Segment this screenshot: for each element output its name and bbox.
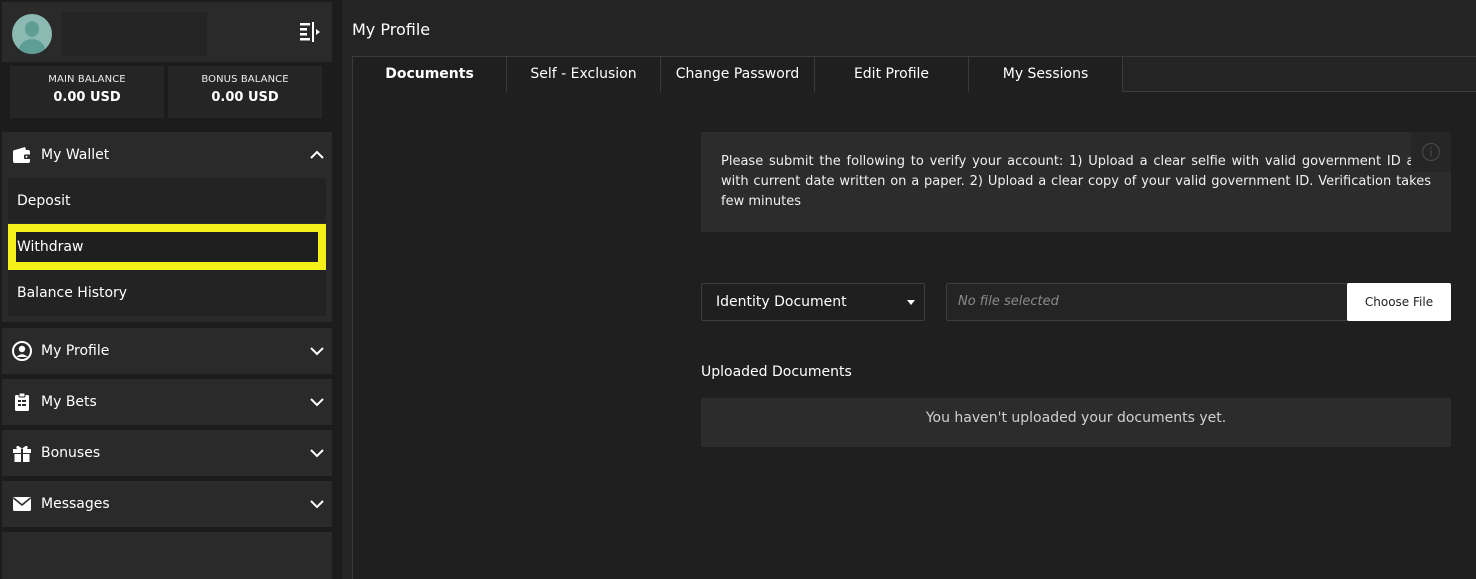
file-input[interactable]: No file selected Choose File	[946, 283, 1451, 321]
main-balance-value: 0.00 USD	[53, 90, 121, 105]
menu-my-profile-row[interactable]: My Profile	[2, 328, 332, 374]
chevron-up-icon[interactable]	[302, 145, 332, 165]
sidebar-empty-panel	[2, 532, 332, 579]
menu-messages-label: Messages	[41, 496, 110, 512]
verification-notice-text: Please submit the following to verify yo…	[721, 154, 1431, 209]
submenu-deposit[interactable]: Deposit	[8, 178, 326, 224]
tab-self-exclusion[interactable]: Self - Exclusion	[507, 57, 661, 92]
profile-panel: Documents Self - Exclusion Change Passwo…	[352, 56, 1476, 579]
menu-bonuses-label: Bonuses	[41, 445, 101, 461]
bonus-balance-label: BONUS BALANCE	[201, 74, 289, 85]
chevron-down-icon[interactable]	[302, 341, 332, 361]
menu-my-profile[interactable]: My Profile	[2, 328, 332, 374]
menu-my-bets-row[interactable]: My Bets	[2, 379, 332, 425]
main-content: My Profile Documents Self - Exclusion Ch…	[342, 0, 1476, 579]
main-balance-label: MAIN BALANCE	[48, 74, 126, 85]
tab-edit-profile[interactable]: Edit Profile	[815, 57, 969, 92]
collapse-sidebar-icon[interactable]	[298, 20, 322, 44]
clipboard-icon	[11, 391, 33, 413]
tab-my-sessions[interactable]: My Sessions	[969, 57, 1123, 92]
username-box	[62, 12, 207, 56]
tab-documents[interactable]: Documents	[353, 57, 507, 92]
chevron-down-icon[interactable]	[302, 392, 332, 412]
tab-change-password[interactable]: Change Password	[661, 57, 815, 92]
bonus-balance-value: 0.00 USD	[211, 90, 279, 105]
envelope-icon	[11, 493, 33, 515]
menu-my-wallet-label: My Wallet	[41, 147, 110, 163]
wallet-group: My Wallet Deposit Withdraw Balance Histo…	[2, 132, 332, 322]
uploaded-documents-title: Uploaded Documents	[701, 364, 852, 380]
avatar[interactable]	[12, 14, 52, 54]
choose-file-button[interactable]: Choose File	[1347, 283, 1451, 321]
caret-down-icon	[907, 300, 915, 305]
menu-messages[interactable]: Messages	[2, 481, 332, 527]
sidebar: MAIN BALANCE 0.00 USD BONUS BALANCE 0.00…	[0, 0, 336, 579]
menu-my-bets-label: My Bets	[41, 394, 97, 410]
submenu-balance-history[interactable]: Balance History	[8, 270, 326, 316]
user-circle-icon	[11, 340, 33, 362]
verification-notice: Please submit the following to verify yo…	[701, 132, 1451, 232]
document-type-select[interactable]: Identity Document	[701, 283, 925, 321]
submenu-withdraw[interactable]: Withdraw	[8, 224, 326, 270]
bonus-balance: BONUS BALANCE 0.00 USD	[168, 66, 322, 118]
gift-icon	[11, 442, 33, 464]
chevron-down-icon[interactable]	[302, 494, 332, 514]
menu-bonuses[interactable]: Bonuses	[2, 430, 332, 476]
page-title: My Profile	[352, 20, 431, 39]
wallet-icon	[11, 144, 33, 166]
menu-my-bets[interactable]: My Bets	[2, 379, 332, 425]
profile-tabs: Documents Self - Exclusion Change Passwo…	[353, 57, 1476, 92]
document-type-value: Identity Document	[716, 294, 847, 310]
menu-messages-row[interactable]: Messages	[2, 481, 332, 527]
profile-header	[2, 2, 332, 62]
file-input-placeholder: No file selected	[958, 294, 1059, 309]
chevron-down-icon[interactable]	[302, 443, 332, 463]
info-icon[interactable]	[1411, 132, 1451, 172]
menu-bonuses-row[interactable]: Bonuses	[2, 430, 332, 476]
main-balance: MAIN BALANCE 0.00 USD	[10, 66, 164, 118]
menu-my-profile-label: My Profile	[41, 343, 110, 359]
uploaded-documents-empty: You haven't uploaded your documents yet.	[701, 398, 1451, 447]
menu-my-wallet[interactable]: My Wallet	[2, 132, 332, 178]
balances: MAIN BALANCE 0.00 USD BONUS BALANCE 0.00…	[10, 66, 322, 118]
wallet-submenu: Deposit Withdraw Balance History	[8, 178, 326, 316]
